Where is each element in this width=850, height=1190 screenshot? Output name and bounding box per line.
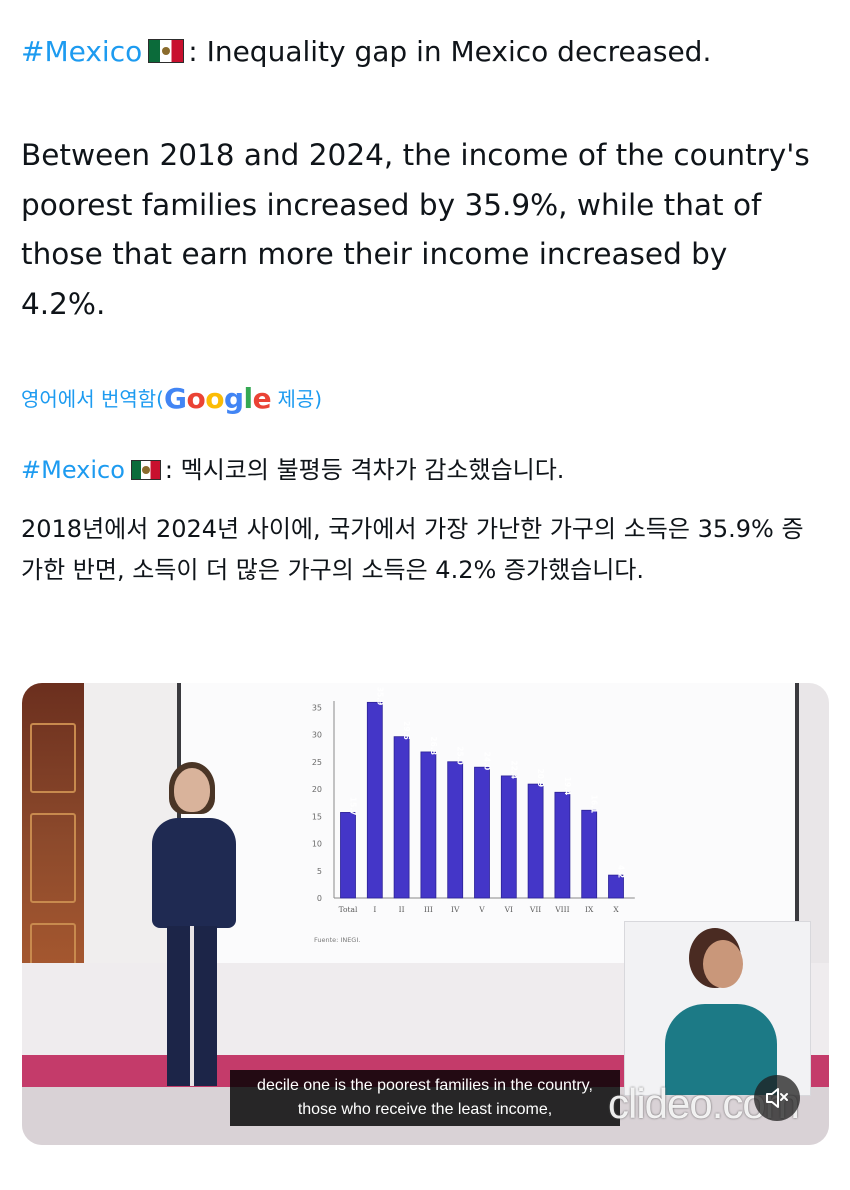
bar-value-label: 25.0	[456, 746, 465, 765]
video-caption: decile one is the poorest families in th…	[230, 1070, 620, 1126]
y-tick-label: 0	[317, 894, 322, 903]
bar-value-label: 24.0	[483, 752, 492, 771]
bar-value-label: 15.7	[349, 797, 358, 816]
google-logo: Google	[163, 382, 272, 415]
bar	[608, 874, 624, 899]
bar	[500, 775, 517, 899]
x-tick-label: X	[613, 905, 619, 914]
x-tick-label: IV	[451, 905, 460, 914]
x-tick-label: VI	[504, 905, 513, 914]
translated-body: 2018년에서 2024년 사이에, 국가에서 가장 가난한 가구의 소득은 3…	[21, 515, 804, 584]
y-tick-label: 10	[312, 840, 322, 849]
y-tick-label: 20	[312, 785, 322, 794]
x-tick-label: Total	[339, 905, 358, 914]
bar	[554, 791, 571, 899]
bar-value-label: 29.6	[402, 721, 411, 740]
speaker-muted-icon	[766, 1088, 788, 1108]
y-tick-label: 5	[317, 867, 322, 876]
bar	[527, 783, 544, 899]
x-tick-label: VIII	[554, 905, 569, 914]
x-tick-label: II	[399, 905, 405, 914]
y-tick-label: 35	[312, 703, 322, 712]
mexico-flag-icon	[148, 39, 185, 63]
bar-value-label: 16.1	[590, 795, 599, 814]
translated-suffix: 제공)	[271, 387, 323, 411]
translated-headline: #Mexico : 멕시코의 불평등 격차가 감소했습니다.	[21, 452, 564, 488]
hashtag-link[interactable]: #Mexico	[21, 35, 142, 68]
bar-value-label: 26.8	[429, 736, 438, 755]
y-tick-label: 30	[312, 731, 322, 740]
bar	[366, 701, 383, 899]
bar	[420, 751, 437, 899]
translated-hashtag-link[interactable]: #Mexico	[21, 456, 125, 484]
mute-button[interactable]	[754, 1075, 800, 1121]
mexico-flag-icon	[130, 460, 161, 480]
x-tick-label: III	[424, 905, 433, 914]
caption-line-1: decile one is the poorest families in th…	[257, 1077, 593, 1094]
bar	[581, 809, 598, 899]
chart-source-note: Fuente: INEGI.	[314, 936, 360, 944]
sign-language-interpreter	[624, 921, 811, 1096]
x-tick-label: IX	[585, 905, 594, 914]
x-tick-label: V	[478, 905, 485, 914]
speaker-figure	[147, 758, 247, 1088]
headline-text: : Inequality gap in Mexico decreased.	[188, 35, 712, 68]
bar-value-label: 35.9	[375, 687, 384, 706]
x-tick-label: I	[373, 905, 376, 914]
bar-value-label: 4.2	[617, 865, 626, 878]
y-tick-label: 15	[312, 812, 322, 821]
tweet-headline: #Mexico : Inequality gap in Mexico decrea…	[21, 34, 711, 70]
x-tick-label: VII	[529, 905, 541, 914]
bar-value-label: 19.4	[563, 777, 572, 796]
embedded-video[interactable]: 0 5 10 15 20 25 30 35 15.7 Total 35.9 I 29.6 II 26.8 II…	[22, 683, 829, 1145]
y-tick-label: 25	[312, 758, 322, 767]
translated-headline-text: : 멕시코의 불평등 격차가 감소했습니다.	[164, 456, 565, 484]
bar	[474, 766, 490, 899]
tweet-body: Between 2018 and 2024, the income of the…	[21, 138, 810, 321]
bar-value-label: 22.4	[509, 760, 518, 779]
translated-by-link[interactable]: 영어에서 번역함(Google 제공)	[21, 383, 322, 415]
bar	[340, 812, 356, 899]
bar-value-label: 20.9	[536, 769, 545, 788]
translated-prefix: 영어에서 번역함(	[21, 387, 164, 411]
bar	[393, 736, 410, 899]
bar	[447, 761, 464, 899]
caption-line-2: those who receive the least income,	[297, 1101, 553, 1118]
